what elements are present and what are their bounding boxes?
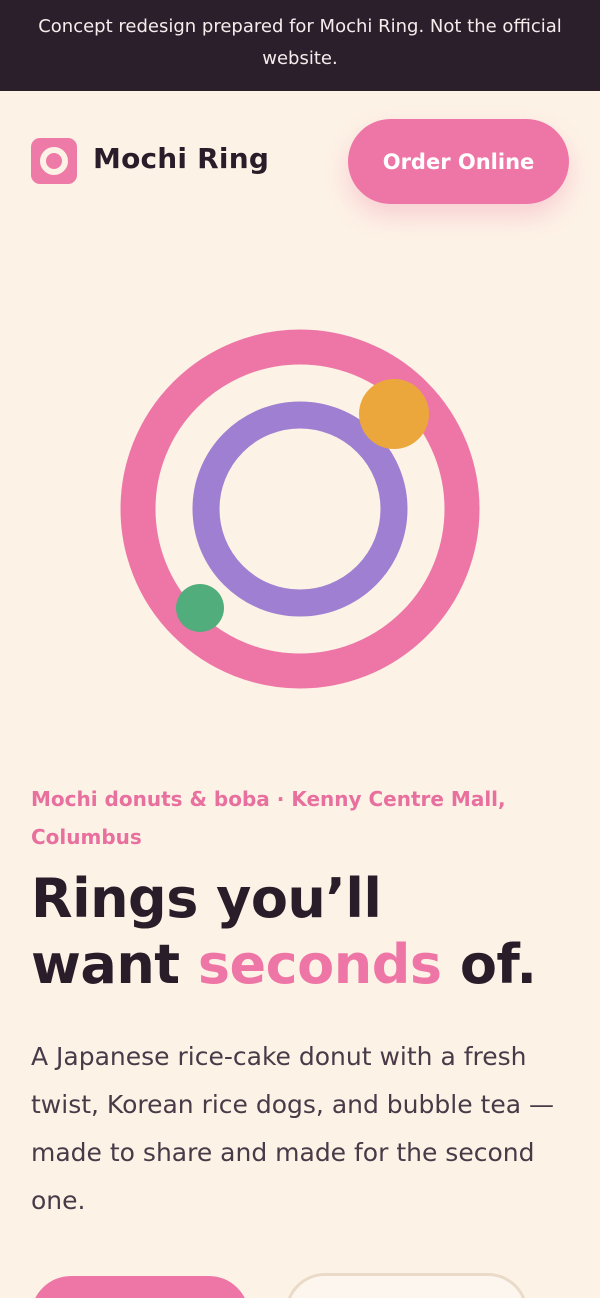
headline-part-3: of. xyxy=(441,933,537,996)
rings-illustration xyxy=(0,300,600,720)
orange-dot xyxy=(359,379,429,449)
ring-logo-icon[interactable] xyxy=(31,138,77,184)
primary-cta-button[interactable] xyxy=(31,1276,249,1298)
secondary-cta-button[interactable] xyxy=(285,1273,528,1298)
order-online-button[interactable]: Order Online xyxy=(348,119,569,204)
banner-text: Concept redesign prepared for Mochi Ring… xyxy=(38,16,562,69)
green-dot xyxy=(176,584,224,632)
concept-banner: Concept redesign prepared for Mochi Ring… xyxy=(0,0,600,91)
hero-lede: A Japanese rice-cake donut with a fresh … xyxy=(31,1042,554,1215)
inner-purple-ring xyxy=(192,401,408,617)
headline-accent: seconds xyxy=(197,933,442,996)
hero-eyebrow: Mochi donuts & boba · Kenny Centre Mall,… xyxy=(31,787,506,849)
headline-part-2: want xyxy=(31,933,198,996)
site-header: Mochi Ring Order Online xyxy=(0,91,600,231)
hero-headline: Rings you’ll want seconds of. xyxy=(31,866,591,998)
brand-name[interactable]: Mochi Ring xyxy=(93,139,269,179)
headline-part-1: Rings you’ll xyxy=(31,867,382,930)
